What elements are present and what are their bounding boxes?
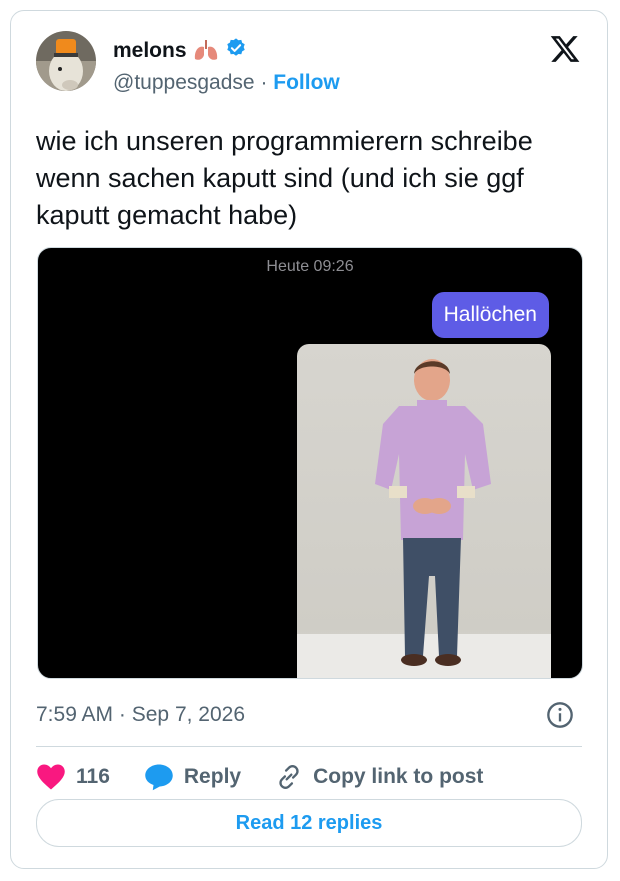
chat-bubble: Hallöchen [431, 292, 549, 338]
author-name[interactable]: melons [113, 39, 187, 63]
like-button[interactable]: 116 [36, 763, 110, 791]
tweet-text: wie ich unseren programmierern schreibe … [36, 126, 533, 230]
handle-row: @tuppesgadse · Follow [113, 71, 340, 95]
like-count: 116 [76, 765, 110, 788]
copy-link-button[interactable]: Copy link to post [275, 763, 483, 791]
tweet-meta: 7:59 AM · Sep 7, 2026 [36, 703, 245, 727]
reply-icon [144, 763, 174, 791]
heart-icon [36, 763, 66, 791]
link-icon [275, 763, 303, 791]
action-bar: 116 Reply Copy link to post [36, 763, 517, 791]
author-handle[interactable]: @tuppesgadse [113, 71, 255, 94]
copy-link-label: Copy link to post [313, 765, 484, 788]
follow-button[interactable]: Follow [273, 71, 340, 94]
tweet-card: melons @tuppesgadse · Follow wie ich uns… [10, 10, 608, 869]
avatar[interactable] [36, 31, 96, 91]
handle-separator: · [260, 71, 268, 94]
lungs-emoji-icon [193, 39, 219, 62]
meta-separator: · [118, 703, 126, 726]
reply-button[interactable]: Reply [144, 763, 241, 791]
tweet-date[interactable]: Sep 7, 2026 [132, 703, 245, 726]
x-logo-icon[interactable] [548, 33, 582, 65]
read-replies-button[interactable]: Read 12 replies [36, 799, 582, 847]
divider [36, 746, 582, 747]
reply-label: Reply [183, 765, 242, 788]
chat-timestamp: Heute 09:26 [266, 258, 354, 275]
tweet-time[interactable]: 7:59 AM [36, 703, 113, 726]
author-row: melons [113, 37, 247, 64]
verified-icon [225, 37, 247, 64]
chat-photo [297, 344, 551, 678]
tweet-media[interactable]: Heute 09:26 Hallöchen [37, 247, 583, 679]
info-icon[interactable] [546, 701, 574, 729]
